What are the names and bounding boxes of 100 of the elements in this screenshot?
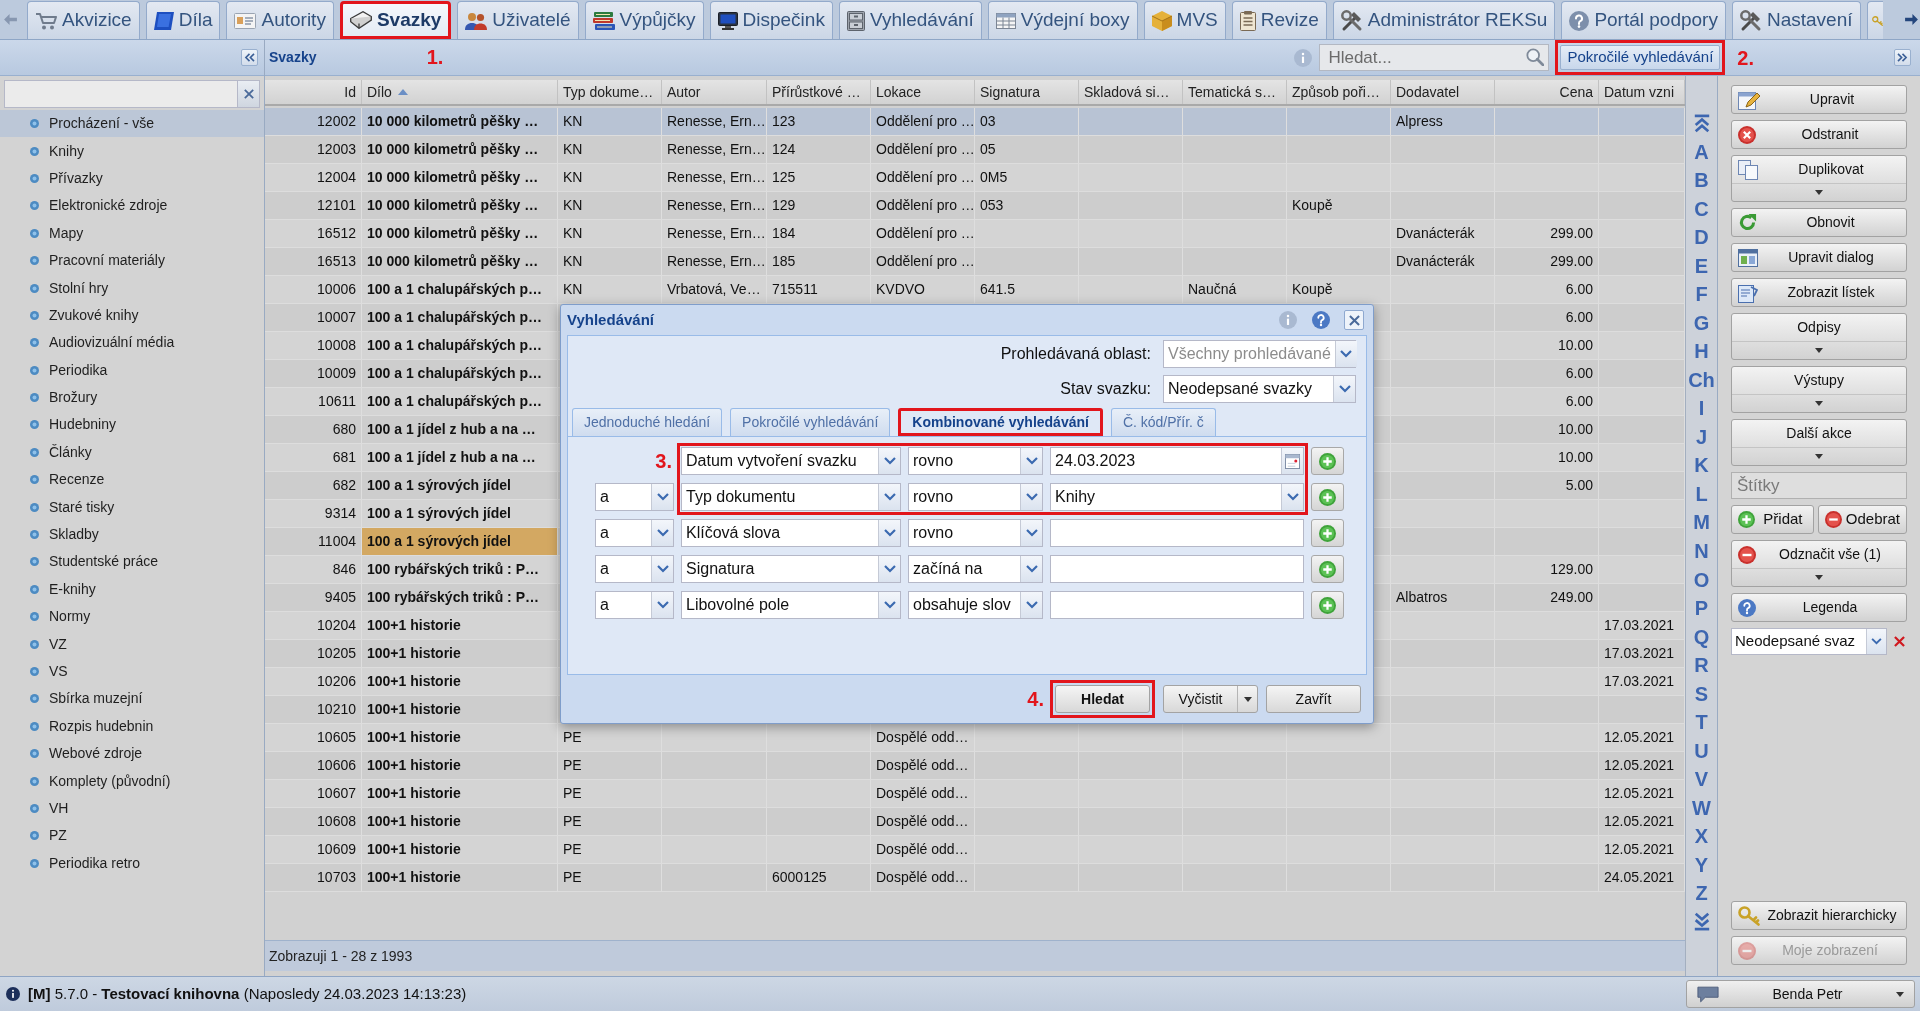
table-cell: 100+1 historie <box>362 612 558 639</box>
table-cell: 100+1 historie <box>362 808 558 835</box>
dialog-title: Vyhledávání <box>567 309 654 330</box>
table-cell: Oddělení pro … <box>871 220 975 247</box>
pager-text: Zobrazuji 1 - 28 z 1993 <box>269 946 413 966</box>
table-cell: Dospělé odd… <box>871 864 975 891</box>
table-cell: 12003 <box>265 136 362 163</box>
panel-title: Svazky <box>268 48 317 67</box>
table-cell: Dospělé odd… <box>871 836 975 863</box>
table-cell: 100+1 historie <box>362 640 558 667</box>
table-cell: 053 <box>975 192 1079 219</box>
table-cell: Koupě <box>1287 192 1391 219</box>
table-cell: Dospělé odd… <box>871 780 975 807</box>
table-cell: 10 000 kilometrů pěšky … <box>362 108 558 135</box>
table-cell: PE <box>558 752 662 779</box>
table-cell: 5.00 <box>1495 472 1599 499</box>
table-cell: KN <box>558 136 662 163</box>
table-cell: 10206 <box>265 668 362 695</box>
table-cell: PE <box>558 864 662 891</box>
table-cell: 05 <box>975 136 1079 163</box>
table-cell: 682 <box>265 472 362 499</box>
table-cell: KN <box>558 192 662 219</box>
table-cell: Oddělení pro … <box>871 164 975 191</box>
table-cell: 123 <box>767 108 871 135</box>
table-cell: 10606 <box>265 752 362 779</box>
table-cell: 10 000 kilometrů pěšky … <box>362 164 558 191</box>
table-cell: 6.00 <box>1495 276 1599 303</box>
table-cell: Oddělení pro … <box>871 248 975 275</box>
table-cell: 6.00 <box>1495 304 1599 331</box>
table-cell: 10 000 kilometrů pěšky … <box>362 136 558 163</box>
table-cell: 129 <box>767 192 871 219</box>
table-cell: 681 <box>265 444 362 471</box>
table-cell: 10 000 kilometrů pěšky … <box>362 248 558 275</box>
table-cell: 100+1 historie <box>362 696 558 723</box>
table-cell: 185 <box>767 248 871 275</box>
table-cell: Oddělení pro … <box>871 136 975 163</box>
table-cell: 10.00 <box>1495 332 1599 359</box>
table-cell: KN <box>558 248 662 275</box>
table-cell: 10.00 <box>1495 416 1599 443</box>
table-cell: 100 a 1 jídel z hub a na … <box>362 444 558 471</box>
table-cell: 100 a 1 sýrových jídel <box>362 528 558 555</box>
table-cell: 10703 <box>265 864 362 891</box>
table-cell: 9314 <box>265 500 362 527</box>
table-cell: KN <box>558 220 662 247</box>
table-cell: Albatros <box>1391 584 1495 611</box>
table-cell: 299.00 <box>1495 220 1599 247</box>
table-cell: 10 000 kilometrů pěšky … <box>362 192 558 219</box>
table-cell: 6000125 <box>767 864 871 891</box>
table-cell: 10 000 kilometrů pěšky … <box>362 220 558 247</box>
table-cell: Dvanácterák <box>1391 220 1495 247</box>
table-cell: 100 a 1 chalupářských p… <box>362 360 558 387</box>
table-cell: Dvanácterák <box>1391 248 1495 275</box>
table-cell: Oddělení pro … <box>871 192 975 219</box>
table-cell: 100+1 historie <box>362 780 558 807</box>
table-cell: 12002 <box>265 108 362 135</box>
callout-number: 2. <box>1737 47 1754 68</box>
table-cell: Renesse, Ern… <box>662 192 767 219</box>
table-cell: 10605 <box>265 724 362 751</box>
table-cell: 124 <box>767 136 871 163</box>
table-cell: 16513 <box>265 248 362 275</box>
table-cell: PE <box>558 780 662 807</box>
table-cell: 100+1 historie <box>362 836 558 863</box>
table-cell: KVDVO <box>871 276 975 303</box>
table-cell: Koupě <box>1287 276 1391 303</box>
table-cell: 100 rybářských triků : P… <box>362 556 558 583</box>
table-cell: KN <box>558 164 662 191</box>
table-cell: 6.00 <box>1495 360 1599 387</box>
table-cell: Dospělé odd… <box>871 808 975 835</box>
table-cell: 12004 <box>265 164 362 191</box>
table-cell: 129.00 <box>1495 556 1599 583</box>
table-cell: 249.00 <box>1495 584 1599 611</box>
table-cell: Renesse, Ern… <box>662 220 767 247</box>
table-cell: 9405 <box>265 584 362 611</box>
table-cell: Renesse, Ern… <box>662 164 767 191</box>
field-label: Stav svazku: <box>1060 379 1151 399</box>
table-cell: 100+1 historie <box>362 668 558 695</box>
table-cell: Dospělé odd… <box>871 752 975 779</box>
table-cell: PE <box>558 836 662 863</box>
table-cell: 03 <box>975 108 1079 135</box>
table-cell: 10204 <box>265 612 362 639</box>
table-cell: 10.00 <box>1495 444 1599 471</box>
table-cell: 10210 <box>265 696 362 723</box>
table-cell: 100+1 historie <box>362 724 558 751</box>
table-cell: 100 a 1 chalupářských p… <box>362 276 558 303</box>
table-cell: 10007 <box>265 304 362 331</box>
table-cell: 0M5 <box>975 164 1079 191</box>
table-cell: 10205 <box>265 640 362 667</box>
table-cell: 680 <box>265 416 362 443</box>
callout-number: 4. <box>1027 689 1044 709</box>
table-cell: 10008 <box>265 332 362 359</box>
table-cell: 100+1 historie <box>362 864 558 891</box>
table-cell: 184 <box>767 220 871 247</box>
table-cell: 10608 <box>265 808 362 835</box>
table-cell: 299.00 <box>1495 248 1599 275</box>
table-cell: 10009 <box>265 360 362 387</box>
field-label: Prohledávaná oblast: <box>1000 344 1151 364</box>
table-cell: 10006 <box>265 276 362 303</box>
table-cell: 16512 <box>265 220 362 247</box>
table-cell: 100 rybářských triků : P… <box>362 584 558 611</box>
table-cell: Vrbatová, Ve… <box>662 276 767 303</box>
